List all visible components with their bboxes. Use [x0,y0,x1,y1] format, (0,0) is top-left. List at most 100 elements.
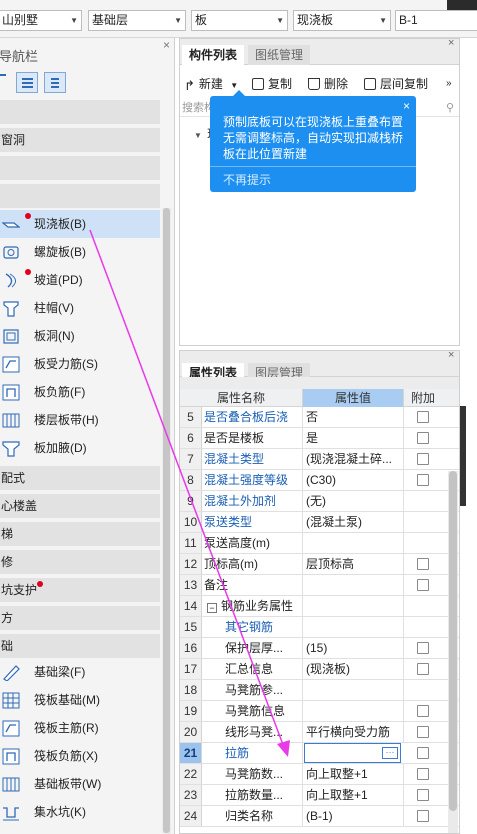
nav-item-spiral-slab[interactable]: 螺旋板(B) [0,238,160,266]
category-combo[interactable]: 板 ▼ [191,10,288,31]
property-value[interactable]: 是 [304,428,404,448]
type-combo[interactable]: 现浇板 ▼ [293,10,391,31]
property-scrollbar-thumb[interactable] [449,471,457,811]
property-row[interactable]: 17 汇总信息 (现浇板) [180,659,459,680]
property-row[interactable]: 18 马凳筋参... [180,680,459,701]
nav-scrollbar-thumb[interactable] [163,208,170,833]
property-value[interactable] [304,701,404,721]
close-icon[interactable]: × [448,37,454,49]
property-row[interactable]: 11 泵送高度(m) [180,533,459,554]
nav-item-floor-strip[interactable]: 楼层板带(H) [0,406,160,434]
nav-section[interactable] [0,156,160,180]
more-icon[interactable]: » [446,73,452,95]
nav-section-prefab[interactable]: 配式 [0,466,160,490]
property-value[interactable]: (混凝土泵) [304,512,404,532]
nav-section-pit-support[interactable]: 坑支护 [0,578,160,602]
extra-checkbox[interactable] [417,747,429,759]
property-row[interactable]: 23 拉筋数量... 向上取整+1 [180,785,459,806]
project-combo[interactable]: 山别墅 ▼ [0,10,82,31]
extra-checkbox[interactable] [417,411,429,423]
extra-checkbox[interactable] [417,432,429,444]
nav-section-window-hole[interactable]: 窗洞 [0,128,160,152]
property-row[interactable]: 22 马凳筋数... 向上取整+1 [180,764,459,785]
property-row[interactable]: 13 备注 [180,575,459,596]
nav-section-stair[interactable]: 梯 [0,522,160,546]
nav-item-raft-foundation[interactable]: 筏板基础(M) [0,686,160,714]
extra-checkbox[interactable] [417,810,429,822]
extra-checkbox[interactable] [417,558,429,570]
detail-view-button[interactable] [44,72,66,93]
nav-section[interactable] [0,100,160,124]
new-button[interactable]: ↱ 新建 ▼ [184,73,238,95]
property-row[interactable]: 14− 钢筋业务属性 [180,596,459,617]
property-scrollbar[interactable] [448,471,458,833]
nav-scrollbar[interactable] [162,208,171,834]
tab-drawing-management[interactable]: 图纸管理 [248,45,311,65]
close-icon[interactable]: × [403,99,410,113]
property-row[interactable]: 10 泵送类型 (混凝土泵) [180,512,459,533]
nav-item-cast-slab[interactable]: 现浇板(B) [0,210,160,238]
close-icon[interactable]: × [448,351,454,361]
property-value[interactable]: (C30) [304,470,404,490]
property-value[interactable]: (无) [304,491,404,511]
property-value[interactable] [304,575,404,595]
nav-item-slab-haunch[interactable]: 板加腋(D) [0,434,160,462]
property-value[interactable]: 平行横向受力筋 [304,722,404,742]
extra-checkbox[interactable] [417,453,429,465]
extra-checkbox[interactable] [417,663,429,675]
property-value[interactable] [304,533,404,553]
property-value[interactable] [304,680,404,700]
collapse-icon[interactable] [0,74,6,76]
property-row[interactable]: 16 保护层厚... (15) [180,638,459,659]
floor-combo[interactable]: 基础层 ▼ [88,10,186,31]
nav-item-negative-rebar[interactable]: 板负筋(F) [0,378,160,406]
extra-checkbox[interactable] [417,705,429,717]
property-row[interactable]: 9 混凝土外加剂 (无) [180,491,459,512]
expand-icon[interactable]: ▼ [194,131,202,140]
ellipsis-icon[interactable]: ··· [382,747,398,759]
property-value[interactable]: (B-1) [304,806,404,826]
property-value-input[interactable]: ··· [304,743,401,763]
property-row[interactable]: 8 混凝土强度等级 (C30) [180,470,459,491]
nav-item-slab-hole[interactable]: 板洞(N) [0,322,160,350]
nav-item-sump-pit[interactable]: 集水坑(K) [0,798,160,826]
property-value[interactable] [304,596,404,616]
property-value[interactable]: (现浇混凝土碎... [304,449,404,469]
nav-item-foundation-beam[interactable]: 基础梁(F) [0,658,160,686]
extra-checkbox[interactable] [417,768,429,780]
property-row[interactable]: 21 拉筋 ··· [180,743,459,764]
nav-section-finish[interactable]: 修 [0,550,160,574]
dont-show-again-link[interactable]: 不再提示 [223,171,271,188]
property-row[interactable]: 12 顶标高(m) 层顶标高 [180,554,459,575]
nav-item-ramp[interactable]: 坡道(PD) [0,266,160,294]
tab-component-list[interactable]: 构件列表 [182,45,245,65]
property-value[interactable]: 向上取整+1 [304,785,404,805]
nav-item-raft-negative-rebar[interactable]: 筏板负筋(X) [0,742,160,770]
nav-item-column-cap[interactable]: 柱帽(V) [0,294,160,322]
property-row[interactable]: 20 线形马凳... 平行横向受力筋 [180,722,459,743]
property-value[interactable]: 否 [304,407,404,427]
nav-section-hollow-floor[interactable]: 心楼盖 [0,494,160,518]
extra-checkbox[interactable] [417,579,429,591]
splitter-handle[interactable] [460,406,466,506]
list-view-button[interactable] [16,72,38,93]
collapse-icon[interactable]: − [207,603,217,613]
nav-item-foundation-strip[interactable]: 基础板带(W) [0,770,160,798]
nav-item-raft-main-rebar[interactable]: 筏板主筋(R) [0,714,160,742]
property-value[interactable]: (现浇板) [304,659,404,679]
extra-checkbox[interactable] [417,474,429,486]
pin-icon[interactable]: × [163,38,170,52]
nav-section[interactable] [0,184,160,208]
copy-button[interactable]: 复制 [252,73,292,95]
property-row[interactable]: 15 其它钢筋 [180,617,459,638]
property-value[interactable] [304,617,404,637]
property-row[interactable]: 7 混凝土类型 (现浇混凝土碎... [180,449,459,470]
extra-checkbox[interactable] [417,789,429,801]
floor-copy-button[interactable]: 层间复制 [364,73,428,95]
property-value[interactable]: (15) [304,638,404,658]
property-row[interactable]: 24 归类名称 (B-1) [180,806,459,827]
extra-checkbox[interactable] [417,726,429,738]
property-row[interactable]: 6 是否是楼板 是 [180,428,459,449]
property-row[interactable]: 19 马凳筋信息 [180,701,459,722]
nav-section-earthwork[interactable]: 方 [0,606,160,630]
